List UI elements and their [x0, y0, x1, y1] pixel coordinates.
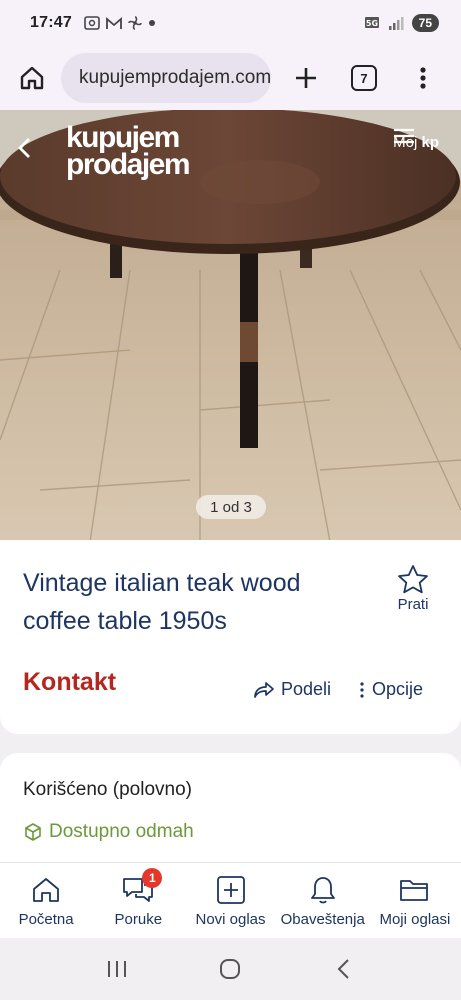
- follow-label: Prati: [397, 596, 429, 613]
- share-label: Podeli: [281, 679, 332, 699]
- phone-screen: 17:47 5G 75 kupujemprodajem.com 7 kupuje…: [0, 0, 461, 1000]
- more-vert-icon: [360, 681, 364, 698]
- plus-square-icon: [215, 875, 247, 905]
- new-tab-button[interactable]: [291, 63, 321, 93]
- options-button[interactable]: Opcije: [360, 679, 423, 700]
- more-vert-icon: [420, 67, 426, 89]
- nav-label-home: Početna: [18, 911, 74, 928]
- browser-menu-button[interactable]: [413, 63, 433, 93]
- screenshot-icon: [84, 16, 100, 30]
- account-menu-button[interactable]: Moj kp: [393, 128, 439, 151]
- kupujemprodajem-logo[interactable]: kupujem prodajem: [66, 121, 191, 181]
- battery-level: 75: [411, 14, 439, 32]
- chat-icon: 1: [122, 868, 163, 905]
- svg-text:5G: 5G: [366, 19, 378, 28]
- options-label: Opcije: [372, 679, 424, 699]
- account-label-suffix: kp: [421, 134, 439, 151]
- folder-icon: [399, 875, 431, 905]
- nav-item-home[interactable]: Početna: [0, 863, 92, 938]
- chevron-left-icon: [18, 138, 30, 158]
- back-arrow-icon: [337, 959, 349, 979]
- listing-title: Vintage italian teak wood coffee table 1…: [23, 569, 301, 635]
- plus-icon: [296, 68, 316, 88]
- status-time: 17:47: [30, 14, 72, 31]
- bell-icon: [307, 875, 339, 905]
- nav-item-notifications[interactable]: Obaveštenja: [277, 863, 369, 938]
- nav-item-new-listing[interactable]: Novi oglas: [184, 863, 276, 938]
- dot-icon: [148, 20, 155, 26]
- logo-line2: prodajem: [66, 148, 191, 181]
- availability-label: Dostupno odmah: [49, 821, 194, 842]
- system-home-button[interactable]: [215, 954, 245, 984]
- item-condition: Korišćeno (polovno): [23, 779, 192, 800]
- fan-icon: [128, 16, 142, 30]
- gmail-icon: [106, 16, 122, 29]
- hamburger-icon: [394, 128, 415, 144]
- network-5g-icon: 5G: [364, 17, 379, 28]
- circle-home-icon: [220, 959, 241, 979]
- share-arrow-icon: [254, 681, 274, 698]
- listing-image-gallery[interactable]: kupujem prodajem Moj kp 1 od 3: [0, 110, 461, 542]
- package-icon: [25, 823, 41, 841]
- url-text: kupujemprodajem.com: [79, 67, 271, 88]
- availability-status: Dostupno odmah: [23, 821, 194, 843]
- notification-icons: [84, 16, 156, 30]
- nav-label-notifications: Obaveštenja: [280, 911, 365, 928]
- back-button[interactable]: [16, 136, 46, 166]
- browser-toolbar: kupujemprodajem.com 7: [0, 46, 461, 110]
- nav-item-messages[interactable]: 1 Poruke: [92, 863, 184, 938]
- nav-label-my-listings: Moji oglasi: [379, 911, 451, 928]
- logo-line1: kupujem: [66, 121, 180, 154]
- image-counter: 1 od 3: [196, 495, 266, 519]
- system-back-button[interactable]: [329, 954, 359, 984]
- recent-apps-button[interactable]: [102, 954, 132, 984]
- status-bar: 17:47 5G 75: [0, 0, 461, 46]
- share-button[interactable]: Podeli: [253, 679, 331, 700]
- listing-title-card: Vintage italian teak wood coffee table 1…: [0, 540, 461, 734]
- system-navigation-bar: [0, 938, 461, 1000]
- browser-home-button[interactable]: [17, 63, 47, 93]
- nav-item-my-listings[interactable]: Moji oglasi: [369, 863, 461, 938]
- follow-button[interactable]: Prati: [393, 564, 433, 613]
- contact-button[interactable]: Kontakt: [23, 668, 116, 697]
- home-icon: [20, 66, 44, 90]
- nav-label-messages: Poruke: [114, 911, 163, 928]
- url-bar[interactable]: kupujemprodajem.com: [61, 53, 271, 103]
- tab-switcher-button[interactable]: 7: [351, 65, 377, 91]
- star-icon: [398, 565, 428, 594]
- signal-icon: [388, 17, 404, 30]
- status-right: 5G 75: [364, 14, 439, 32]
- home-icon: [30, 875, 62, 905]
- bottom-navigation: Početna 1 Poruke Novi oglas Obaveštenja: [0, 862, 461, 938]
- recent-apps-icon: [107, 961, 126, 977]
- messages-badge: 1: [142, 868, 163, 888]
- nav-label-new-listing: Novi oglas: [195, 911, 266, 928]
